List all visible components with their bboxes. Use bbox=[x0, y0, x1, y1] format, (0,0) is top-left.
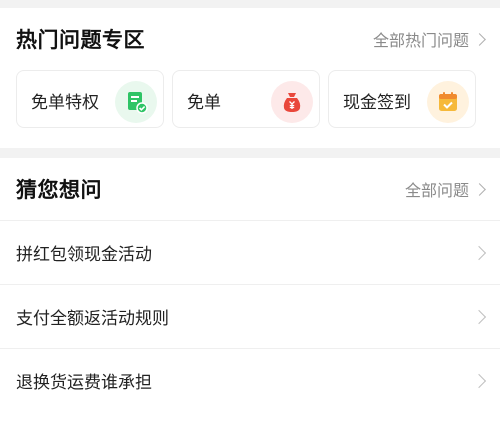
all-questions-link[interactable]: 全部问题 bbox=[404, 177, 486, 201]
list-item-text: 支付全额返活动规则 bbox=[16, 309, 169, 329]
chevron-right-icon bbox=[471, 245, 487, 260]
hot-questions-section: 热门问题专区 全部热门问题 免单特权 免单 现金签到 bbox=[0, 8, 500, 148]
tile-free-order-privilege[interactable]: 免单特权 bbox=[16, 70, 164, 128]
red-money-bag-icon bbox=[271, 81, 313, 123]
section-gap bbox=[0, 148, 500, 158]
list-item-text: 退换货运费谁承担 bbox=[16, 373, 152, 393]
yellow-calendar-check-icon bbox=[427, 81, 469, 123]
all-hot-questions-label: 全部热门问题 bbox=[372, 31, 469, 50]
list-item-text: 拼红包领现金活动 bbox=[16, 245, 152, 265]
hot-tiles: 免单特权 免单 现金签到 bbox=[0, 70, 500, 128]
guess-title: 猜您想问 bbox=[16, 178, 102, 202]
list-item[interactable]: 拼红包领现金活动 bbox=[0, 220, 500, 284]
tile-free-order[interactable]: 免单 bbox=[172, 70, 320, 128]
guess-header: 猜您想问 全部问题 bbox=[0, 158, 500, 220]
guess-section: 猜您想问 全部问题 拼红包领现金活动 支付全额返活动规则 退换货运费谁承担 bbox=[0, 158, 500, 430]
chevron-right-icon bbox=[471, 309, 487, 324]
all-questions-label: 全部问题 bbox=[404, 181, 469, 200]
list-item[interactable]: 退换货运费谁承担 bbox=[0, 348, 500, 412]
chevron-right-icon bbox=[471, 373, 487, 388]
tile-label: 免单 bbox=[187, 93, 221, 113]
chevron-right-icon bbox=[473, 32, 486, 46]
tile-label: 免单特权 bbox=[31, 93, 99, 113]
list-item[interactable]: 支付全额返活动规则 bbox=[0, 284, 500, 348]
hot-title: 热门问题专区 bbox=[16, 28, 145, 52]
all-hot-questions-link[interactable]: 全部热门问题 bbox=[372, 27, 486, 51]
green-check-doc-icon bbox=[115, 81, 157, 123]
chevron-right-icon bbox=[473, 182, 486, 196]
tile-cash-checkin[interactable]: 现金签到 bbox=[328, 70, 476, 128]
tile-label: 现金签到 bbox=[343, 93, 411, 113]
hot-header: 热门问题专区 全部热门问题 bbox=[0, 8, 500, 70]
top-gap bbox=[0, 0, 500, 8]
